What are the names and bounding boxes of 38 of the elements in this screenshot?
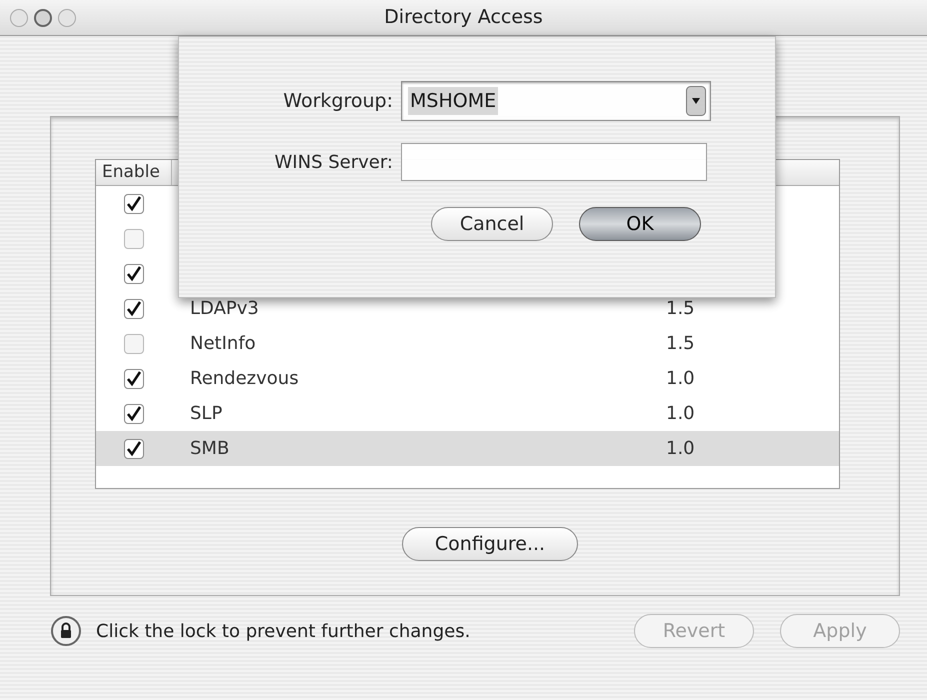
minimize-window-icon[interactable]: [34, 9, 52, 27]
lock-message: Click the lock to prevent further changes.: [96, 620, 470, 644]
table-row[interactable]: SMB 1.0: [96, 431, 839, 466]
checkmark-icon: [126, 266, 142, 282]
table-cell-text: NetInfo: [190, 332, 257, 356]
checkbox[interactable]: [124, 264, 144, 284]
checkbox[interactable]: [124, 368, 144, 388]
push-button[interactable]: Configure...: [402, 527, 578, 561]
checkbox[interactable]: [124, 334, 144, 354]
table-cell-text: 1.0: [666, 437, 695, 461]
column-header[interactable]: Enable: [96, 160, 172, 185]
wins-server-label: WINS Server:: [274, 150, 393, 174]
checkmark-icon: [126, 440, 142, 456]
table-cell-text: 1.0: [666, 402, 695, 426]
table-cell-text: SMB: [190, 437, 230, 461]
table-cell-text: Rendezvous: [190, 367, 300, 391]
checkmark-icon: [126, 370, 142, 386]
wins-server-field[interactable]: [401, 143, 707, 181]
push-button[interactable]: Cancel: [431, 207, 553, 241]
workgroup-combo-box[interactable]: MSHOME: [401, 81, 711, 121]
checkmark-icon: [126, 406, 142, 422]
checkbox[interactable]: [124, 194, 144, 214]
checkbox[interactable]: [124, 438, 144, 458]
checkmark-icon: [126, 196, 142, 212]
workgroup-label: Workgroup:: [282, 88, 393, 114]
window-title: Directory Access: [384, 5, 543, 30]
checkbox[interactable]: [124, 228, 144, 248]
workgroup-value: MSHOME: [408, 86, 498, 116]
lock-icon[interactable]: [50, 615, 82, 647]
table-cell-text: 1.5: [666, 297, 695, 321]
table-cell-text: SLP: [190, 402, 224, 426]
ok-button[interactable]: OK: [579, 207, 701, 241]
table-cell-text: LDAPv3: [190, 297, 260, 321]
checkbox[interactable]: [124, 298, 144, 318]
table-cell-text: 1.0: [666, 367, 695, 391]
table-cell-text: 1.5: [666, 332, 695, 356]
checkbox[interactable]: [124, 404, 144, 424]
checkmark-icon: [126, 300, 142, 316]
